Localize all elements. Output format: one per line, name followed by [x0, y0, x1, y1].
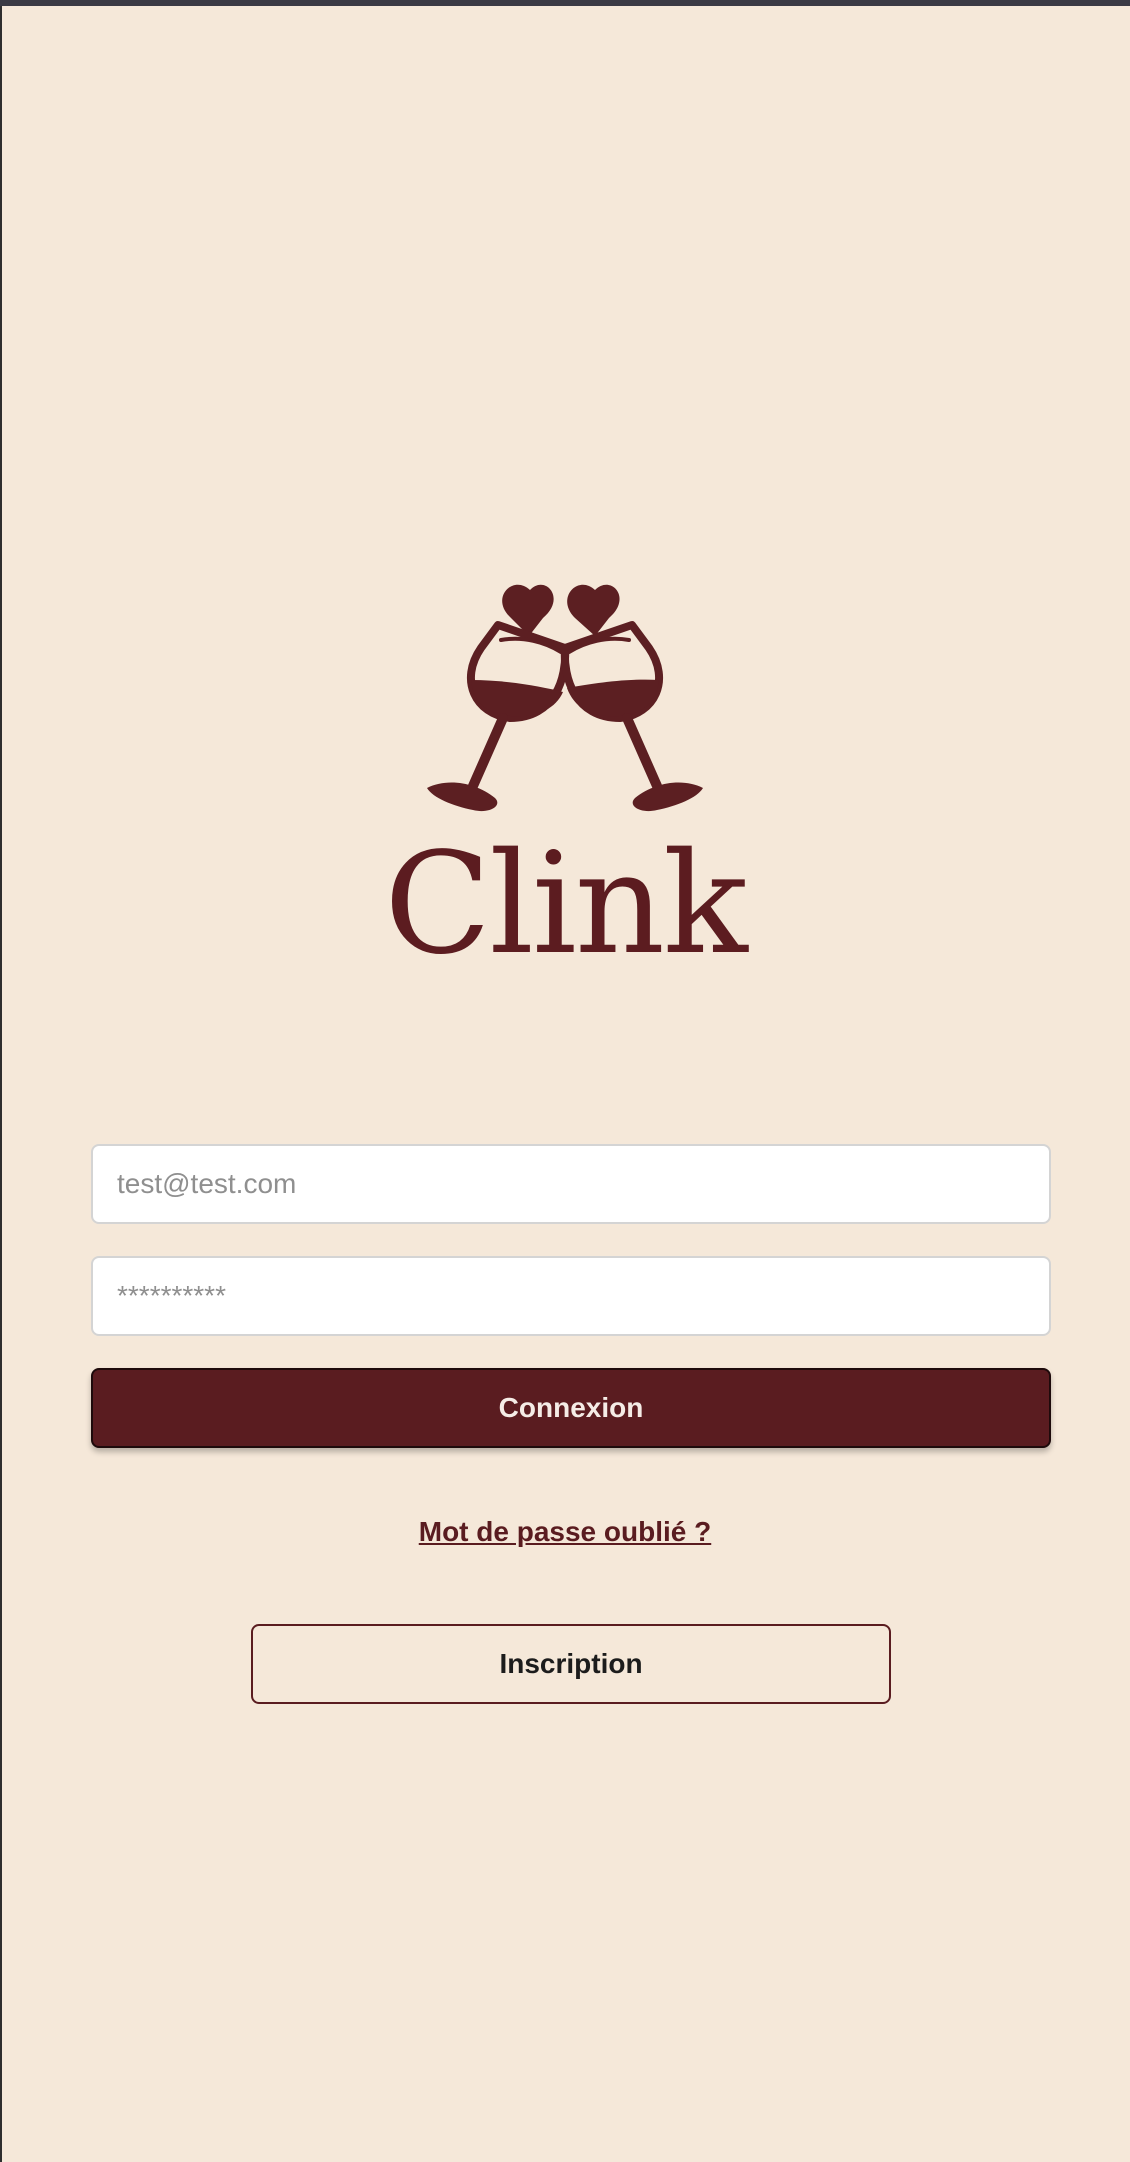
email-field[interactable]	[91, 1144, 1051, 1224]
forgot-password-link[interactable]: Mot de passe oublié ?	[0, 1516, 1130, 1548]
window-top-bar	[0, 0, 1130, 6]
clinking-wine-glasses-hearts-icon	[415, 550, 715, 840]
window-left-edge	[0, 6, 2, 2162]
brand-name: Clink	[384, 823, 748, 986]
signup-button[interactable]: Inscription	[251, 1624, 891, 1704]
login-button[interactable]: Connexion	[91, 1368, 1051, 1448]
password-field[interactable]	[91, 1256, 1051, 1336]
